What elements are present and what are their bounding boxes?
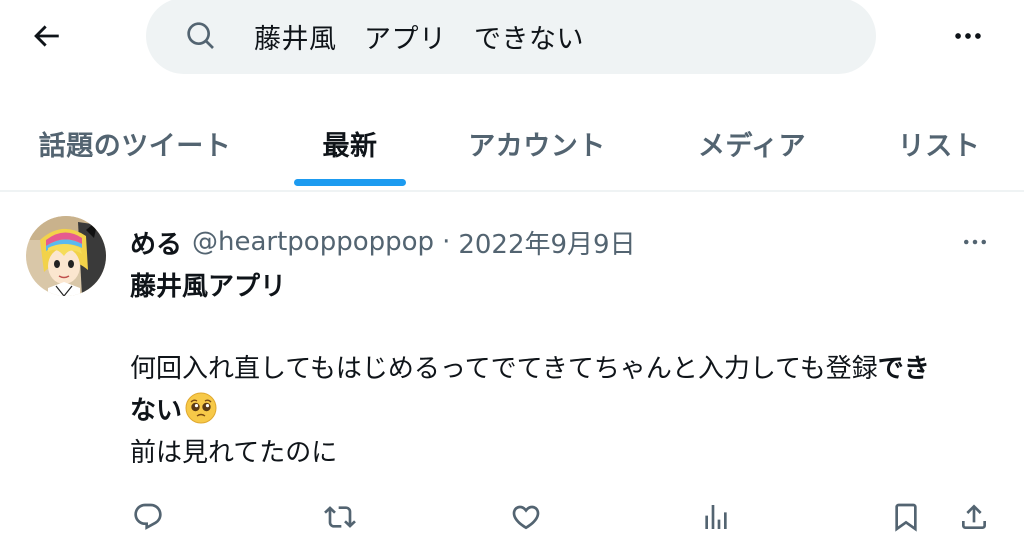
share-button[interactable] xyxy=(952,494,996,540)
tweet-actions xyxy=(0,494,1024,540)
tweet-line-1: 何回入れ直してもはじめるってでてきてちゃんと入力しても登録でき xyxy=(130,348,990,390)
highlight-text: でき xyxy=(877,354,930,384)
tab-latest[interactable]: 最新 xyxy=(290,96,410,190)
separator: · xyxy=(442,227,451,257)
display-name[interactable]: める xyxy=(130,224,182,261)
back-button[interactable] xyxy=(22,14,70,58)
bookmark-button[interactable] xyxy=(884,494,928,540)
tab-lists[interactable]: リスト xyxy=(884,96,994,190)
top-bar: 藤井風 アプリ できない xyxy=(0,0,1024,96)
tab-top[interactable]: 話題のツイート xyxy=(20,96,250,190)
more-horizontal-icon xyxy=(964,239,986,245)
tab-label: アカウント xyxy=(468,130,606,162)
tab-media[interactable]: メディア xyxy=(680,96,824,190)
pleading-face-emoji xyxy=(184,391,218,425)
search-input[interactable]: 藤井風 アプリ できない xyxy=(146,0,876,74)
user-handle[interactable]: @heartpoppoppop xyxy=(192,227,434,257)
tweet-header: める @heartpoppoppop · 2022年9月9日 xyxy=(130,222,636,262)
analytics-icon xyxy=(705,505,727,529)
tweet-date[interactable]: 2022年9月9日 xyxy=(458,224,635,261)
avatar[interactable] xyxy=(26,216,106,296)
tab-label: 話題のツイート xyxy=(38,130,232,162)
bookmark-icon xyxy=(895,503,917,532)
retweet-icon xyxy=(324,506,356,528)
share-icon xyxy=(962,504,986,529)
analytics-button[interactable] xyxy=(694,494,738,540)
tab-accounts[interactable]: アカウント xyxy=(452,96,622,190)
tweet-more-button[interactable] xyxy=(950,224,1000,260)
retweet-button[interactable] xyxy=(318,494,362,540)
tweet-line-2: ない xyxy=(130,390,990,432)
tweet[interactable]: める @heartpoppoppop · 2022年9月9日 藤井風アプリ 何回… xyxy=(0,194,1024,546)
tweet-text: 藤井風アプリ 何回入れ直してもはじめるってでてきてちゃんと入力しても登録でき な… xyxy=(130,266,990,474)
like-icon xyxy=(512,505,540,530)
like-button[interactable] xyxy=(504,494,548,540)
tweet-line-1-text: 何回入れ直してもはじめるってでてきてちゃんと入力しても登録 xyxy=(130,354,878,384)
reply-button[interactable] xyxy=(126,494,170,540)
more-options-button[interactable] xyxy=(944,14,992,58)
tweet-title-line: 藤井風アプリ xyxy=(130,272,287,302)
tab-label: 最新 xyxy=(322,130,378,162)
arrow-left-icon xyxy=(34,25,59,47)
more-horizontal-icon xyxy=(955,33,981,39)
tab-label: メディア xyxy=(697,130,807,162)
tab-label: リスト xyxy=(897,130,981,162)
search-tabs: 話題のツイート 最新 アカウント メディア リスト xyxy=(0,96,1024,192)
search-query-text[interactable]: 藤井風 アプリ できない xyxy=(254,17,584,56)
search-icon xyxy=(184,19,218,53)
tweet-line-3: 前は見れてたのに xyxy=(130,438,338,468)
active-tab-indicator xyxy=(294,179,406,186)
highlight-text: ない xyxy=(130,396,183,426)
reply-icon xyxy=(134,503,162,530)
